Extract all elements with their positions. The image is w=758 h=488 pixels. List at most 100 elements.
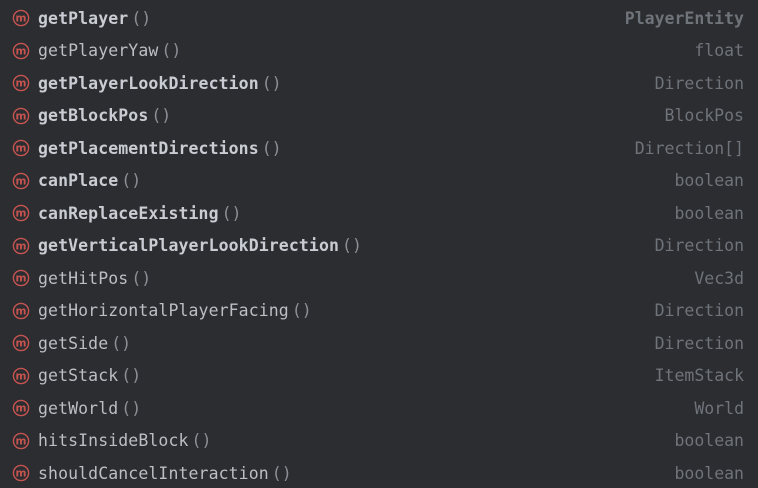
completion-item[interactable]: m getStack() ItemStack xyxy=(0,360,758,393)
method-icon: m xyxy=(12,367,30,385)
method-name: shouldCancelInteraction xyxy=(38,463,269,483)
method-params: () xyxy=(261,138,282,158)
method-icon: m xyxy=(12,74,30,92)
method-name: getWorld xyxy=(38,398,119,418)
method-params: () xyxy=(121,366,142,386)
method-icon: m xyxy=(12,42,30,60)
return-type: Direction[] xyxy=(634,138,744,158)
svg-text:m: m xyxy=(16,208,27,220)
method-params: () xyxy=(131,268,152,288)
svg-text:m: m xyxy=(16,403,27,415)
code-completion-popup: m getPlayer() PlayerEntity m getPlayerYaw() f… xyxy=(0,0,758,488)
completion-item[interactable]: m canReplaceExisting() boolean xyxy=(0,197,758,230)
method-signature: getBlockPos() xyxy=(38,100,171,133)
method-signature: getHorizontalPlayerFacing() xyxy=(38,295,312,328)
completion-item[interactable]: m canPlace() boolean xyxy=(0,165,758,198)
return-type: Direction xyxy=(654,301,744,321)
return-type: Direction xyxy=(654,333,744,353)
method-name: hitsInsideBlock xyxy=(38,431,189,451)
return-type: World xyxy=(694,398,744,418)
method-params: () xyxy=(111,333,132,353)
method-signature: getVerticalPlayerLookDirection() xyxy=(38,230,362,263)
method-params: () xyxy=(121,171,142,191)
method-params: () xyxy=(121,398,142,418)
svg-text:m: m xyxy=(16,370,27,382)
method-icon: m xyxy=(12,302,30,320)
return-type: BlockPos xyxy=(664,106,744,126)
method-signature: canReplaceExisting() xyxy=(38,197,241,230)
completion-item[interactable]: m shouldCancelInteraction() boolean xyxy=(0,457,758,488)
method-name: getHorizontalPlayerFacing xyxy=(38,301,289,321)
method-params: () xyxy=(261,73,282,93)
return-type: float xyxy=(694,41,744,61)
return-type: boolean xyxy=(674,203,744,223)
completion-item[interactable]: m hitsInsideBlock() boolean xyxy=(0,425,758,458)
method-name: getStack xyxy=(38,366,119,386)
method-params: () xyxy=(342,236,362,256)
method-icon: m xyxy=(12,107,30,125)
svg-text:m: m xyxy=(16,13,27,25)
method-signature: getPlayer() xyxy=(38,2,151,35)
return-type: boolean xyxy=(674,463,744,483)
method-name: getPlayer xyxy=(38,8,129,28)
completion-item[interactable]: m getPlayer() PlayerEntity xyxy=(0,2,758,35)
completion-item[interactable]: m getPlayerLookDirection() Direction xyxy=(0,67,758,100)
method-icon: m xyxy=(12,172,30,190)
method-signature: getPlacementDirections() xyxy=(38,132,282,165)
method-params: () xyxy=(271,463,292,483)
method-params: () xyxy=(291,301,312,321)
method-icon: m xyxy=(12,139,30,157)
method-name: getHitPos xyxy=(38,268,129,288)
svg-text:m: m xyxy=(16,273,27,285)
method-icon: m xyxy=(12,399,30,417)
return-type: Vec3d xyxy=(694,268,744,288)
svg-text:m: m xyxy=(16,435,27,447)
method-params: () xyxy=(161,41,182,61)
return-type: boolean xyxy=(674,431,744,451)
completion-item[interactable]: m getPlacementDirections() Direction[] xyxy=(0,132,758,165)
method-params: () xyxy=(191,431,212,451)
completion-item[interactable]: m getBlockPos() BlockPos xyxy=(0,100,758,133)
method-icon: m xyxy=(12,432,30,450)
svg-text:m: m xyxy=(16,143,27,155)
method-icon: m xyxy=(12,204,30,222)
return-type: Direction xyxy=(654,236,744,256)
method-signature: getHitPos() xyxy=(38,262,151,295)
completion-item[interactable]: m getVerticalPlayerLookDirection() Directi… xyxy=(0,230,758,263)
method-name: getPlayerYaw xyxy=(38,41,159,61)
method-signature: shouldCancelInteraction() xyxy=(38,457,292,488)
completion-item[interactable]: m getWorld() World xyxy=(0,392,758,425)
method-signature: getWorld() xyxy=(38,392,141,425)
method-signature: getPlayerLookDirection() xyxy=(38,67,282,100)
completion-item[interactable]: m getPlayerYaw() float xyxy=(0,35,758,68)
svg-text:m: m xyxy=(16,468,27,480)
completion-item[interactable]: m getHitPos() Vec3d xyxy=(0,262,758,295)
method-icon: m xyxy=(12,334,30,352)
method-name: getPlacementDirections xyxy=(38,138,259,158)
svg-text:m: m xyxy=(16,240,27,252)
method-params: () xyxy=(151,106,172,126)
return-type: PlayerEntity xyxy=(624,8,744,28)
svg-text:m: m xyxy=(16,338,27,350)
method-name: getPlayerLookDirection xyxy=(38,73,259,93)
svg-text:m: m xyxy=(16,175,27,187)
svg-text:m: m xyxy=(16,110,27,122)
completion-item[interactable]: m getSide() Direction xyxy=(0,327,758,360)
method-icon: m xyxy=(12,464,30,482)
method-signature: getPlayerYaw() xyxy=(38,35,181,68)
method-signature: hitsInsideBlock() xyxy=(38,425,211,458)
completion-item[interactable]: m getHorizontalPlayerFacing() Direction xyxy=(0,295,758,328)
return-type: ItemStack xyxy=(654,366,744,386)
method-name: getVerticalPlayerLookDirection xyxy=(38,236,340,256)
method-signature: getSide() xyxy=(38,327,131,360)
svg-text:m: m xyxy=(16,78,27,90)
method-name: getBlockPos xyxy=(38,106,149,126)
return-type: Direction xyxy=(654,73,744,93)
method-signature: canPlace() xyxy=(38,165,141,198)
method-icon: m xyxy=(12,237,30,255)
method-signature: getStack() xyxy=(38,360,141,393)
svg-text:m: m xyxy=(16,45,27,57)
method-icon: m xyxy=(12,269,30,287)
svg-text:m: m xyxy=(16,305,27,317)
method-name: getSide xyxy=(38,333,109,353)
